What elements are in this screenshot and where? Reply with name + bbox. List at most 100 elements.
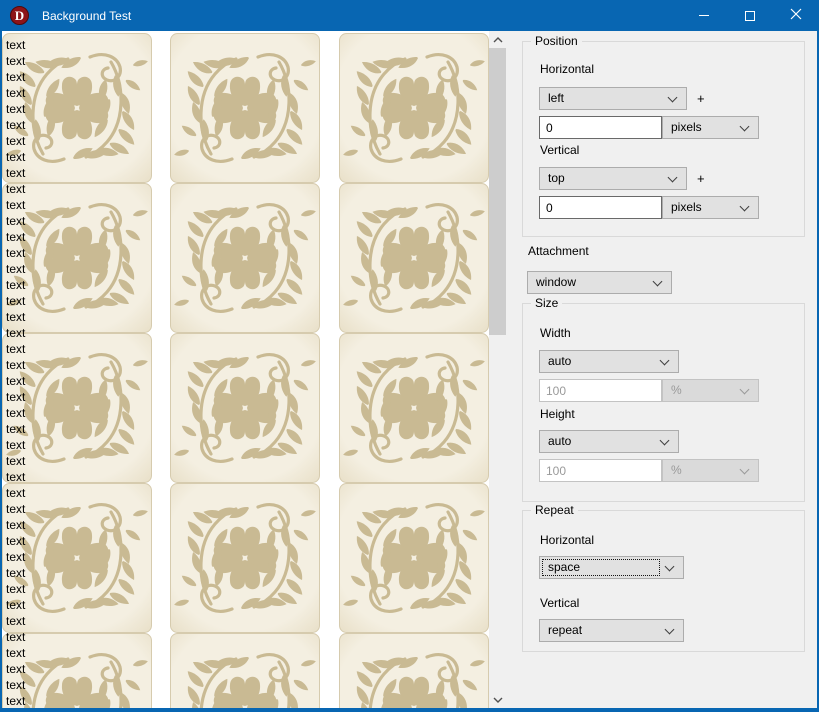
repeat-group: Repeat Horizontal space Vertical repeat: [522, 510, 805, 652]
text-line: text: [6, 373, 25, 389]
position-vertical-unit-select[interactable]: pixels: [662, 196, 759, 219]
chevron-down-icon: [740, 465, 750, 475]
text-line: text: [6, 261, 25, 277]
size-group: Size Width auto % Height auto: [522, 303, 805, 502]
size-width-unit-value: %: [671, 380, 682, 401]
size-width-number-input: [539, 379, 662, 402]
maximize-icon: [745, 11, 755, 21]
text-line: text: [6, 629, 25, 645]
text-line: text: [6, 469, 25, 485]
chevron-down-icon: [660, 356, 670, 366]
position-horizontal-unit-value: pixels: [671, 117, 702, 138]
background-tile: [339, 483, 489, 633]
position-horizontal-value: left: [548, 88, 564, 109]
background-tile: [339, 333, 489, 483]
position-vertical-unit-value: pixels: [671, 197, 702, 218]
text-line: text: [6, 405, 25, 421]
scrollbar-thumb[interactable]: [489, 48, 506, 335]
repeat-vertical-value: repeat: [548, 620, 582, 641]
position-vertical-select[interactable]: top: [539, 167, 687, 190]
position-vertical-value: top: [548, 168, 565, 189]
chevron-down-icon: [665, 562, 675, 572]
repeat-horizontal-select[interactable]: space: [539, 556, 684, 579]
size-height-number-input: [539, 459, 662, 482]
position-horizontal-unit-select[interactable]: pixels: [662, 116, 759, 139]
text-line: text: [6, 613, 25, 629]
app-window: D Background Test texttexttexttexttextte…: [0, 0, 819, 712]
background-tile: [170, 33, 320, 183]
close-button[interactable]: [773, 0, 819, 31]
text-line: text: [6, 677, 25, 693]
close-icon: [790, 7, 802, 25]
background-tile: [339, 183, 489, 333]
chevron-down-icon: [660, 436, 670, 446]
attachment-value: window: [536, 272, 576, 293]
position-vertical-offset-input[interactable]: [539, 196, 662, 219]
app-logo-icon: D: [10, 6, 29, 25]
text-line: text: [6, 661, 25, 677]
size-width-select[interactable]: auto: [539, 350, 679, 373]
minimize-button[interactable]: [681, 0, 727, 31]
position-horizontal-select[interactable]: left: [539, 87, 687, 110]
repeat-group-legend: Repeat: [531, 503, 578, 517]
preview-text-column: texttexttexttexttexttexttexttexttexttext…: [6, 37, 25, 708]
size-width-label: Width: [540, 326, 571, 340]
size-width-unit-select: %: [662, 379, 759, 402]
text-line: text: [6, 117, 25, 133]
text-line: text: [6, 165, 25, 181]
size-height-unit-select: %: [662, 459, 759, 482]
scroll-down-button[interactable]: [489, 691, 506, 708]
text-line: text: [6, 485, 25, 501]
text-line: text: [6, 245, 25, 261]
text-line: text: [6, 341, 25, 357]
text-line: text: [6, 277, 25, 293]
text-line: text: [6, 133, 25, 149]
text-line: text: [6, 453, 25, 469]
attachment-select[interactable]: window: [527, 271, 672, 294]
background-tile: [170, 483, 320, 633]
repeat-vertical-label: Vertical: [540, 596, 579, 610]
text-line: text: [6, 53, 25, 69]
size-height-select[interactable]: auto: [539, 430, 679, 453]
text-line: text: [6, 421, 25, 437]
background-tile: [170, 183, 320, 333]
repeat-vertical-select[interactable]: repeat: [539, 619, 684, 642]
maximize-button[interactable]: [727, 0, 773, 31]
background-tile: [339, 33, 489, 183]
size-group-legend: Size: [531, 296, 562, 310]
position-vertical-label: Vertical: [540, 143, 579, 157]
repeat-horizontal-label: Horizontal: [540, 533, 594, 547]
background-preview-panel: texttexttexttexttexttexttexttexttexttext…: [2, 31, 489, 708]
text-line: text: [6, 693, 25, 708]
text-line: text: [6, 197, 25, 213]
text-line: text: [6, 37, 25, 53]
background-tile: [170, 333, 320, 483]
settings-panel: Position Horizontal left + pixels Vertic…: [506, 31, 817, 708]
size-height-value: auto: [548, 431, 571, 452]
chevron-down-icon: [668, 93, 678, 103]
focus-rectangle: [542, 559, 660, 576]
background-tile: [170, 633, 320, 708]
text-line: text: [6, 309, 25, 325]
size-height-unit-value: %: [671, 460, 682, 481]
chevron-down-icon: [740, 122, 750, 132]
text-line: text: [6, 549, 25, 565]
vertical-scrollbar[interactable]: [489, 31, 506, 708]
chevron-down-icon: [740, 202, 750, 212]
text-line: text: [6, 389, 25, 405]
text-line: text: [6, 501, 25, 517]
chevron-down-icon: [653, 277, 663, 287]
text-line: text: [6, 213, 25, 229]
text-line: text: [6, 645, 25, 661]
text-line: text: [6, 437, 25, 453]
chevron-down-icon: [665, 625, 675, 635]
text-line: text: [6, 101, 25, 117]
chevron-down-icon: [740, 385, 750, 395]
scroll-up-button[interactable]: [489, 31, 506, 48]
position-horizontal-offset-input[interactable]: [539, 116, 662, 139]
horizontal-plus-sign: +: [697, 91, 705, 106]
text-line: text: [6, 69, 25, 85]
window-title: Background Test: [42, 9, 681, 23]
text-line: text: [6, 357, 25, 373]
titlebar: D Background Test: [0, 0, 819, 31]
